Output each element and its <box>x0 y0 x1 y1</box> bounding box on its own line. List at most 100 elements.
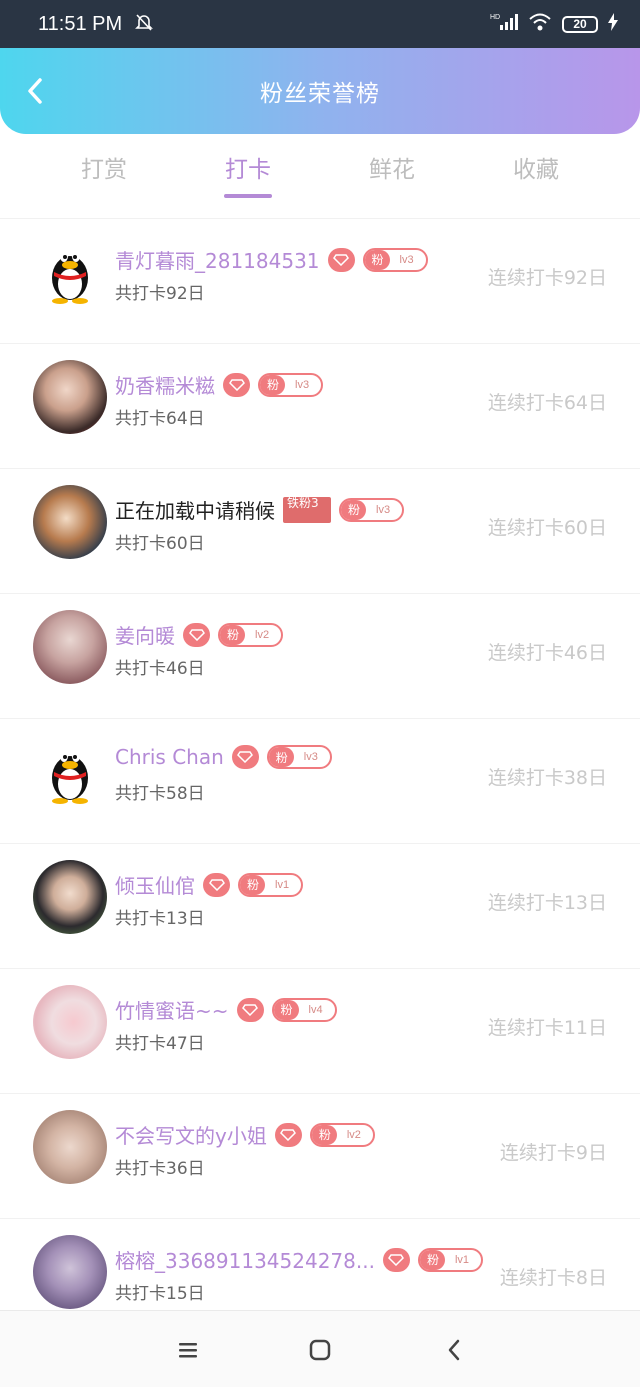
diamond-icon <box>231 745 259 769</box>
list-item[interactable]: 奶香糯米糍 粉 lv3 共打卡64日 连续打卡64日 <box>0 343 640 468</box>
fan-badge-level: lv1 <box>275 878 290 891</box>
list-item[interactable]: 青灯暮雨_281184531 粉 lv3 共打卡92日 连续打卡92日 <box>0 218 640 343</box>
nickname[interactable]: 青灯暮雨_281184531 <box>115 245 320 274</box>
mute-bell-icon <box>134 12 154 36</box>
diamond-icon <box>382 1247 410 1272</box>
avatar[interactable] <box>33 235 107 309</box>
list-item[interactable]: Chris Chan 粉 lv3 共打卡58日 连续打卡38日 <box>0 718 640 843</box>
list-item[interactable]: 不会写文的y小姐 粉 lv2 共打卡36日 连续打卡9日 <box>0 1093 640 1218</box>
streak-checkin: 连续打卡11日 <box>487 1017 607 1039</box>
avatar[interactable] <box>33 860 107 934</box>
total-checkin: 共打卡92日 <box>115 284 205 304</box>
qq-penguin-icon <box>52 250 88 304</box>
status-time: 11:51 PM <box>38 12 123 35</box>
tab-checkin[interactable]: 打卡 <box>176 134 320 204</box>
fan-badge-level: lv2 <box>255 628 270 641</box>
active-tab-indicator <box>224 194 272 198</box>
nickname[interactable]: 正在加载中请稍候 <box>115 495 275 524</box>
diamond-icon <box>327 247 355 272</box>
fan-badge-label: 粉 <box>273 999 299 1020</box>
tab-favorites[interactable]: 收藏 <box>464 134 608 204</box>
home-button[interactable] <box>307 1337 333 1363</box>
streak-checkin: 连续打卡64日 <box>487 392 607 414</box>
fan-list: 青灯暮雨_281184531 粉 lv3 共打卡92日 连续打卡92日 奶香糯米… <box>0 218 640 1343</box>
nickname[interactable]: 姜向暖 <box>115 620 175 649</box>
streak-checkin: 连续打卡46日 <box>487 642 607 664</box>
diamond-icon <box>183 622 210 647</box>
battery-icon: 20 <box>562 15 598 33</box>
fan-badge-label: 粉 <box>364 249 390 270</box>
tab-label: 收藏 <box>513 157 559 183</box>
home-square-icon <box>309 1339 331 1361</box>
network-type: HD <box>490 14 500 21</box>
recent-apps-button[interactable] <box>175 1337 201 1363</box>
total-checkin: 共打卡46日 <box>115 659 205 679</box>
fan-level-badge: 粉 lv1 <box>417 1247 484 1272</box>
nickname[interactable]: 榕榕_336891134524278... <box>115 1245 375 1274</box>
fan-badge-label: 粉 <box>220 624 246 645</box>
nickname[interactable]: 倾玉仙倌 <box>115 870 195 899</box>
fan-badge-label: 粉 <box>260 374 286 395</box>
total-checkin: 共打卡64日 <box>115 409 205 429</box>
fan-badge-level: lv3 <box>376 503 391 516</box>
tab-flowers[interactable]: 鲜花 <box>320 134 464 204</box>
streak-checkin: 连续打卡38日 <box>487 767 607 789</box>
chevron-left-icon <box>448 1339 460 1361</box>
iron-fan-badge: 铁粉3 <box>283 496 331 523</box>
tab-reward[interactable]: 打赏 <box>32 134 176 204</box>
nickname[interactable]: Chris Chan <box>115 745 224 769</box>
list-item[interactable]: 倾玉仙倌 粉 lv1 共打卡13日 连续打卡13日 <box>0 843 640 968</box>
charging-icon <box>608 13 618 35</box>
fan-level-badge: 粉 lv3 <box>266 745 332 769</box>
system-navigation-bar <box>0 1310 640 1387</box>
streak-checkin: 连续打卡8日 <box>499 1267 607 1289</box>
fan-badge-label: 粉 <box>268 747 294 767</box>
tab-bar: 打赏 打卡 鲜花 收藏 <box>0 134 640 204</box>
total-checkin: 共打卡60日 <box>115 534 205 554</box>
wifi-icon <box>528 12 552 36</box>
fan-badge-level: lv4 <box>308 1003 323 1016</box>
tab-label: 打卡 <box>225 157 271 183</box>
avatar[interactable] <box>33 735 107 809</box>
list-item[interactable]: 竹情蜜语~~ 粉 lv4 共打卡47日 连续打卡11日 <box>0 968 640 1093</box>
qq-penguin-icon <box>52 750 88 804</box>
back-nav-button[interactable] <box>441 1337 467 1363</box>
fan-level-badge: 粉 lv4 <box>271 997 337 1022</box>
tab-label: 打赏 <box>81 157 127 183</box>
list-item[interactable]: 姜向暖 粉 lv2 共打卡46日 连续打卡46日 <box>0 593 640 718</box>
total-checkin: 共打卡36日 <box>115 1159 205 1179</box>
avatar[interactable] <box>33 610 107 684</box>
diamond-icon <box>236 997 264 1022</box>
fan-level-badge: 粉 lv2 <box>218 622 284 647</box>
fan-level-badge: 粉 lv3 <box>258 372 324 397</box>
avatar[interactable] <box>33 1110 107 1184</box>
avatar[interactable] <box>33 1235 107 1309</box>
fan-badge-label: 粉 <box>341 499 367 520</box>
signal-icon: HD <box>490 12 518 36</box>
total-checkin: 共打卡58日 <box>115 784 205 804</box>
status-bar: 11:51 PM HD 20 <box>0 0 640 48</box>
avatar[interactable] <box>33 360 107 434</box>
fan-badge-level: lv3 <box>303 751 318 763</box>
nickname[interactable]: 竹情蜜语~~ <box>115 995 229 1024</box>
fan-badge-label: 粉 <box>311 1124 337 1145</box>
streak-checkin: 连续打卡9日 <box>499 1142 607 1164</box>
diamond-icon <box>223 372 250 397</box>
menu-icon <box>179 1343 197 1358</box>
avatar[interactable] <box>33 485 107 559</box>
back-button[interactable] <box>20 74 50 108</box>
diamond-icon <box>203 872 230 897</box>
nickname[interactable]: 不会写文的y小姐 <box>115 1120 267 1149</box>
fan-badge-level: lv2 <box>346 1128 361 1141</box>
nickname[interactable]: 奶香糯米糍 <box>115 370 215 399</box>
list-item[interactable]: 正在加载中请稍候 铁粉3 粉 lv3 共打卡60日 连续打卡60日 <box>0 468 640 593</box>
fan-level-badge: 粉 lv3 <box>362 247 428 272</box>
avatar[interactable] <box>33 985 107 1059</box>
fan-badge-level: lv3 <box>295 378 310 391</box>
fan-badge-label: 粉 <box>240 874 266 895</box>
fan-badge-label: 粉 <box>419 1249 445 1270</box>
fan-level-badge: 粉 lv3 <box>339 497 405 522</box>
streak-checkin: 连续打卡92日 <box>487 267 607 289</box>
total-checkin: 共打卡15日 <box>115 1284 205 1304</box>
fan-badge-level: lv3 <box>399 253 414 266</box>
